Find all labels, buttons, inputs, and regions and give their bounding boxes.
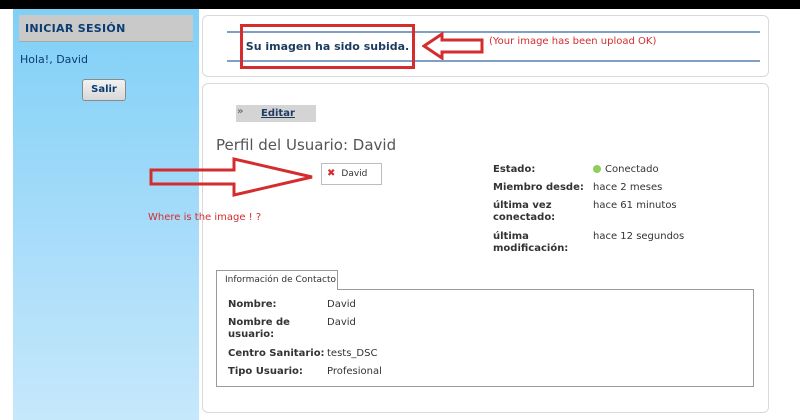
tab-contact-info[interactable]: Información de Contacto (216, 270, 338, 290)
missing-image-annotation: Where is the image ! ? (148, 212, 262, 223)
page-title: Perfil del Usuario: David (216, 136, 397, 154)
name-label: Nombre: (228, 299, 277, 310)
edit-link[interactable]: Editar (261, 108, 295, 119)
user-type-label: Tipo Usuario: (228, 366, 303, 377)
upload-ok-annotation: (Your image has been upload OK) (489, 36, 657, 47)
login-section-header: INICIAR SESIÓN (19, 15, 193, 42)
last-connected-value: hace 61 minutos (593, 200, 677, 211)
last-connected-label-1: última vez (493, 200, 552, 211)
username-label-2: usuario: (228, 329, 275, 340)
logout-button[interactable]: Salir (82, 79, 126, 101)
arrow-right-annotation-icon (149, 157, 313, 197)
username-value: David (327, 317, 356, 328)
center-value: tests_DSC (327, 348, 378, 359)
top-black-bar (0, 0, 800, 9)
profile-image-alt-text: David (341, 169, 368, 179)
last-modified-label-1: última (493, 231, 529, 242)
name-value: David (327, 299, 356, 310)
arrow-left-annotation-icon (422, 32, 484, 60)
upload-success-message: Su imagen ha sido subida. (240, 24, 415, 69)
greeting-text: Hola!, David (20, 53, 88, 66)
username-label-1: Nombre de (228, 317, 290, 328)
status-label: Estado: (493, 164, 536, 175)
edit-bar[interactable]: » Editar (236, 105, 316, 122)
last-modified-value: hace 12 segundos (593, 231, 685, 242)
status-text: Conectado (605, 164, 659, 175)
status-value: Conectado (593, 164, 659, 175)
upload-success-text: Su imagen ha sido subida. (245, 40, 410, 53)
double-chevron-icon: » (237, 106, 244, 117)
center-label: Centro Sanitario: (228, 348, 325, 359)
user-type-value: Profesional (327, 366, 382, 377)
last-modified-label-2: modificación: (493, 243, 569, 254)
member-since-value: hace 2 meses (593, 182, 663, 193)
last-connected-label-2: conectado: (493, 212, 556, 223)
member-since-label: Miembro desde: (493, 182, 584, 193)
online-dot-icon (593, 165, 601, 173)
broken-image-icon: ✖ (327, 168, 336, 179)
profile-image-broken: ✖ David (321, 163, 382, 185)
